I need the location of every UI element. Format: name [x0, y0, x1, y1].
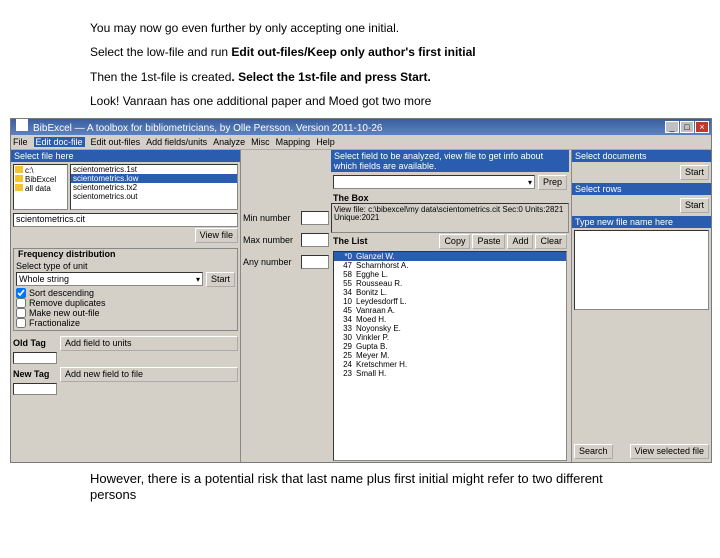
- new-tag-input[interactable]: [13, 383, 57, 395]
- paste-button[interactable]: Paste: [472, 234, 505, 249]
- file-item[interactable]: scientometrics.tx2: [71, 183, 237, 192]
- remove-dup-label: Remove duplicates: [29, 298, 106, 308]
- any-number-label: Any number: [243, 257, 298, 267]
- folder-item[interactable]: all data: [15, 184, 66, 193]
- make-new-label: Make new out-file: [29, 308, 100, 318]
- list-item[interactable]: 33Noyonsky E.: [334, 324, 566, 333]
- unit-type-select[interactable]: Whole string: [16, 272, 203, 286]
- old-tag-label: Old Tag: [13, 338, 57, 348]
- list-item[interactable]: 24Kretschmer H.: [334, 360, 566, 369]
- docs-start-button[interactable]: Start: [680, 165, 709, 180]
- menu-file[interactable]: File: [13, 137, 28, 147]
- the-box-content: View file: c:\bibexcel\my data\scientome…: [331, 203, 569, 233]
- the-list[interactable]: *0Glanzel W.47Scharnhorst A.58Egghe L.55…: [333, 251, 567, 461]
- menu-help[interactable]: Help: [316, 137, 335, 147]
- list-item[interactable]: 10Leydesdorff L.: [334, 297, 566, 306]
- instruction-line-3: Then the 1st-file is created. Select the…: [90, 67, 720, 87]
- app-icon: [16, 119, 28, 131]
- new-tag-label: New Tag: [13, 369, 57, 379]
- footer-instruction: However, there is a potential risk that …: [90, 471, 610, 505]
- freq-dist-label: Frequency distribution: [18, 249, 235, 259]
- instruction-line-2: Select the low-file and run Edit out-fil…: [90, 42, 720, 62]
- select-file-label: Select file here: [11, 150, 240, 162]
- folder-item[interactable]: BibExcel: [15, 175, 66, 184]
- folder-item[interactable]: c:\: [15, 166, 66, 175]
- unit-type-label: Select type of unit: [16, 261, 235, 271]
- prep-button[interactable]: Prep: [538, 175, 567, 190]
- min-number-input[interactable]: [301, 211, 329, 225]
- list-item[interactable]: 55Rousseau R.: [334, 279, 566, 288]
- max-number-input[interactable]: [301, 233, 329, 247]
- make-new-checkbox[interactable]: [16, 308, 26, 318]
- sort-desc-label: Sort descending: [29, 288, 94, 298]
- old-tag-input[interactable]: [13, 352, 57, 364]
- file-item[interactable]: scientometrics.out: [71, 192, 237, 201]
- list-item[interactable]: 47Scharnhorst A.: [334, 261, 566, 270]
- list-item[interactable]: 45Vanraan A.: [334, 306, 566, 315]
- new-file-textarea[interactable]: [574, 230, 709, 310]
- maximize-button[interactable]: □: [680, 121, 694, 133]
- app-window: BibExcel — A toolbox for bibliometrician…: [10, 118, 712, 463]
- close-button[interactable]: ×: [695, 121, 709, 133]
- rows-start-button[interactable]: Start: [680, 198, 709, 213]
- clear-button[interactable]: Clear: [535, 234, 567, 249]
- the-list-label: The List: [333, 236, 368, 246]
- file-item[interactable]: scientometrics.1st: [71, 165, 237, 174]
- min-number-label: Min number: [243, 213, 298, 223]
- copy-button[interactable]: Copy: [439, 234, 470, 249]
- menu-edit-out-files[interactable]: Edit out-files: [91, 137, 141, 147]
- list-item[interactable]: 30Vinkler P.: [334, 333, 566, 342]
- add-button[interactable]: Add: [507, 234, 533, 249]
- fractionalize-label: Fractionalize: [29, 318, 80, 328]
- menu-mapping[interactable]: Mapping: [276, 137, 311, 147]
- menu-misc[interactable]: Misc: [251, 137, 270, 147]
- select-rows-label: Select rows: [572, 183, 711, 195]
- menu-bar: File Edit doc-file Edit out-files Add field…: [11, 135, 711, 150]
- list-item[interactable]: 25Meyer M.: [334, 351, 566, 360]
- select-docs-label: Select documents: [572, 150, 711, 162]
- type-new-file-label: Type new file name here: [572, 216, 711, 228]
- remove-dup-checkbox[interactable]: [16, 298, 26, 308]
- file-item[interactable]: scientometrics.low: [71, 174, 237, 183]
- list-item[interactable]: 29Gupta B.: [334, 342, 566, 351]
- title-bar: BibExcel — A toolbox for bibliometrician…: [11, 119, 711, 135]
- folder-list[interactable]: c:\BibExcelall data: [13, 164, 68, 210]
- list-item[interactable]: 34Moed H.: [334, 315, 566, 324]
- freq-start-button[interactable]: Start: [206, 272, 235, 287]
- menu-analyze[interactable]: Analyze: [213, 137, 245, 147]
- any-number-input[interactable]: [301, 255, 329, 269]
- menu-edit-doc-file[interactable]: Edit doc-file: [34, 137, 85, 147]
- fractionalize-checkbox[interactable]: [16, 318, 26, 328]
- select-field-label: Select field to be analyzed, view file t…: [331, 150, 569, 172]
- list-item[interactable]: 23Small H.: [334, 369, 566, 378]
- instruction-line-4: Look! Vanraan has one additional paper a…: [90, 91, 720, 111]
- minimize-button[interactable]: _: [665, 121, 679, 133]
- max-number-label: Max number: [243, 235, 298, 245]
- list-item[interactable]: 58Egghe L.: [334, 270, 566, 279]
- list-item[interactable]: 34Bonitz L.: [334, 288, 566, 297]
- menu-add-fields-units[interactable]: Add fields/units: [146, 137, 207, 147]
- file-list[interactable]: scientometrics.1stscientometrics.lowscie…: [70, 164, 238, 210]
- search-button[interactable]: Search: [574, 444, 613, 459]
- list-item[interactable]: *0Glanzel W.: [334, 252, 566, 261]
- view-selected-button[interactable]: View selected file: [630, 444, 709, 459]
- add-new-field-button[interactable]: Add new field to file: [60, 367, 238, 382]
- window-title: BibExcel — A toolbox for bibliometrician…: [30, 123, 382, 134]
- add-field-button[interactable]: Add field to units: [60, 336, 238, 351]
- field-select[interactable]: [333, 175, 535, 189]
- sort-desc-checkbox[interactable]: [16, 288, 26, 298]
- view-file-button[interactable]: View file: [195, 228, 238, 243]
- the-box-label: The Box: [331, 193, 569, 203]
- path-input[interactable]: scientometrics.cit: [13, 213, 238, 227]
- instruction-line-1: You may now go even further by only acce…: [90, 18, 720, 38]
